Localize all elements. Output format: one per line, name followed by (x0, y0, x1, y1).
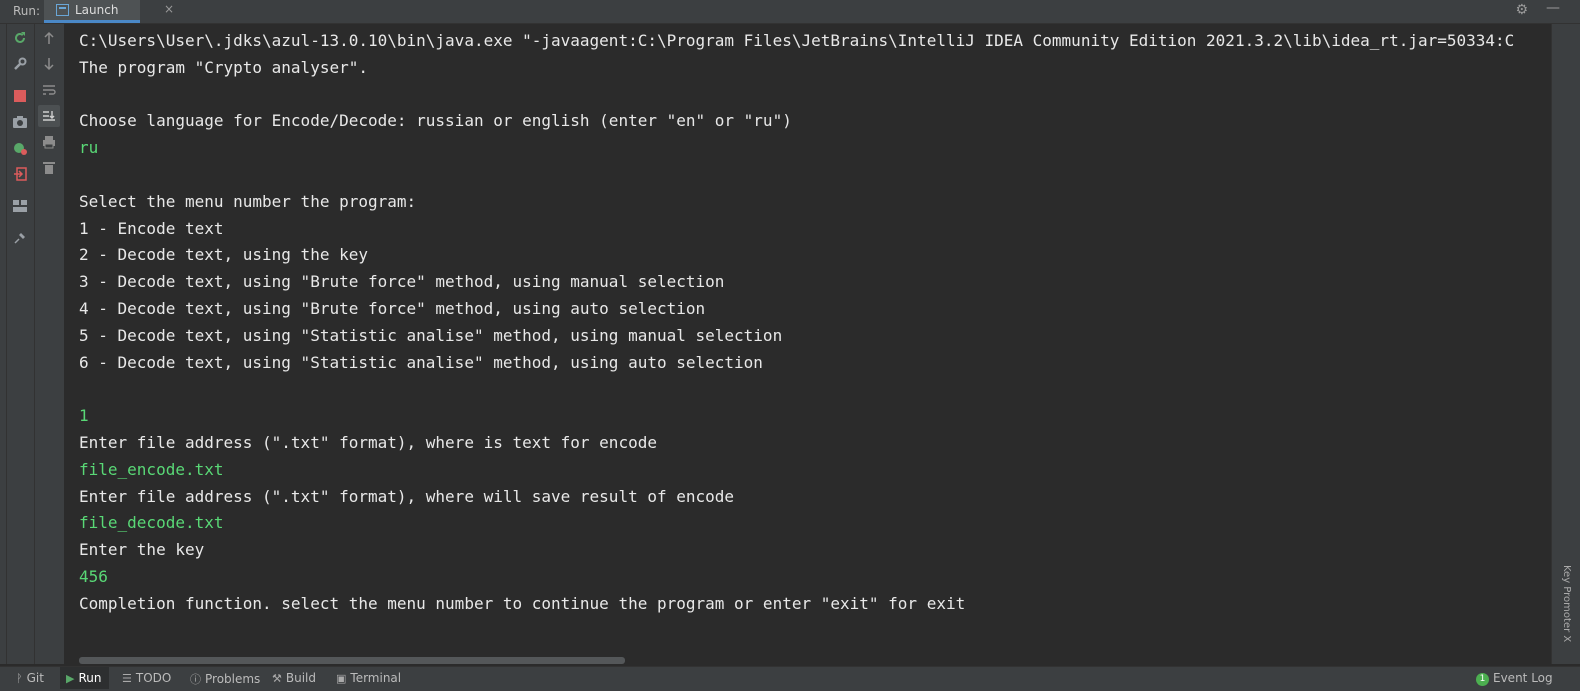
console-output-line: Completion function. select the menu num… (79, 593, 966, 613)
git-branch-icon: ᚹ (16, 672, 23, 685)
tab-build[interactable]: ⚒ Build (272, 671, 316, 685)
console-output-line: Enter file address (".txt" format), wher… (79, 432, 657, 452)
gear-icon[interactable]: ⚙ (1515, 2, 1528, 18)
horizontal-scrollbar[interactable] (79, 657, 625, 664)
login-icon[interactable] (10, 164, 30, 184)
console-input-line: file_encode.txt (79, 459, 224, 479)
console-toolbar (35, 24, 65, 664)
layout-icon[interactable] (10, 196, 30, 216)
tab-event-log[interactable]: 1 Event Log (1476, 671, 1553, 686)
arrow-down-icon[interactable] (39, 54, 59, 74)
left-edge-strip (0, 24, 7, 664)
console-output-line: Enter file address (".txt" format), wher… (79, 486, 735, 506)
tab-problems[interactable]: ⓘ Problems (190, 671, 260, 687)
console-input-line: 456 (79, 566, 108, 586)
tab-launch-label: Launch (75, 3, 119, 17)
camera-icon[interactable] (10, 112, 30, 132)
pin-icon[interactable] (10, 228, 30, 248)
console-input-line: 1 (79, 406, 89, 426)
tab-run[interactable]: ▶ Run (60, 667, 110, 689)
console-output-line: 5 - Decode text, using "Statistic analis… (79, 325, 783, 345)
console-output-line: Select the menu number the program: (79, 191, 417, 211)
stop-icon[interactable] (10, 86, 30, 106)
tab-git[interactable]: ᚹ Git (16, 671, 44, 685)
close-icon[interactable]: × (164, 2, 174, 16)
debug-settings-icon[interactable] (10, 138, 30, 158)
tab-todo[interactable]: ☰ TODO (122, 671, 171, 685)
run-label: Run: (13, 4, 41, 18)
console-input-line: ru (79, 138, 99, 158)
rerun-icon[interactable] (10, 28, 30, 48)
tab-event-log-label: Event Log (1493, 671, 1553, 685)
tab-launch[interactable]: Launch × (44, 0, 174, 23)
tab-run-label: Run (78, 671, 102, 685)
console-output-line: Choose language for Encode/Decode: russi… (79, 111, 792, 131)
soft-wrap-icon[interactable] (39, 80, 59, 100)
console-output-line: 4 - Decode text, using "Brute force" met… (79, 298, 706, 318)
console-output-line: 2 - Decode text, using the key (79, 245, 368, 265)
console-lines: C:\Users\User\.jdks\azul-13.0.10\bin\jav… (79, 28, 1514, 618)
tab-terminal-label: Terminal (350, 671, 402, 685)
arrow-up-icon[interactable] (39, 28, 59, 48)
list-icon: ☰ (122, 672, 132, 685)
wrench-icon[interactable] (10, 54, 30, 74)
tab-problems-label: Problems (205, 672, 261, 686)
run-tool-window-header: Run: Launch × ⚙ — (0, 0, 1580, 24)
tab-terminal[interactable]: ▣ Terminal (336, 671, 401, 685)
trash-icon[interactable] (39, 158, 59, 178)
console-input-line: file_decode.txt (79, 513, 224, 533)
console-output-line: 1 - Encode text (79, 218, 224, 238)
run-icon: ▶ (66, 672, 75, 685)
console-output[interactable]: C:\Users\User\.jdks\azul-13.0.10\bin\jav… (65, 24, 1550, 664)
console-output-line: 3 - Decode text, using "Brute force" met… (79, 272, 725, 292)
tab-todo-label: TODO (135, 671, 172, 685)
scroll-to-end-icon[interactable] (38, 105, 60, 127)
console-output-line: Enter the key (79, 540, 205, 560)
event-count-badge: 1 (1476, 673, 1489, 686)
run-toolbar (7, 24, 35, 664)
info-icon: ⓘ (190, 673, 201, 686)
tool-window-bar: ᚹ Git ▶ Run ☰ TODO ⓘ Problems ⚒ Build ▣ Termin… (0, 666, 1580, 691)
console-output-line: 6 - Decode text, using "Statistic analis… (79, 352, 763, 372)
print-icon[interactable] (39, 132, 59, 152)
tab-git-label: Git (26, 671, 44, 685)
tab-build-label: Build (285, 671, 316, 685)
console-output-line: The program "Crypto analyser". (79, 57, 368, 77)
key-promoter-x-tab[interactable]: Key Promoter X (1556, 565, 1572, 642)
hammer-icon: ⚒ (272, 672, 282, 685)
console-icon (56, 4, 69, 16)
console-output-line: C:\Users\User\.jdks\azul-13.0.10\bin\jav… (79, 31, 1515, 50)
terminal-icon: ▣ (336, 672, 347, 685)
minimize-icon[interactable]: — (1546, 0, 1560, 16)
